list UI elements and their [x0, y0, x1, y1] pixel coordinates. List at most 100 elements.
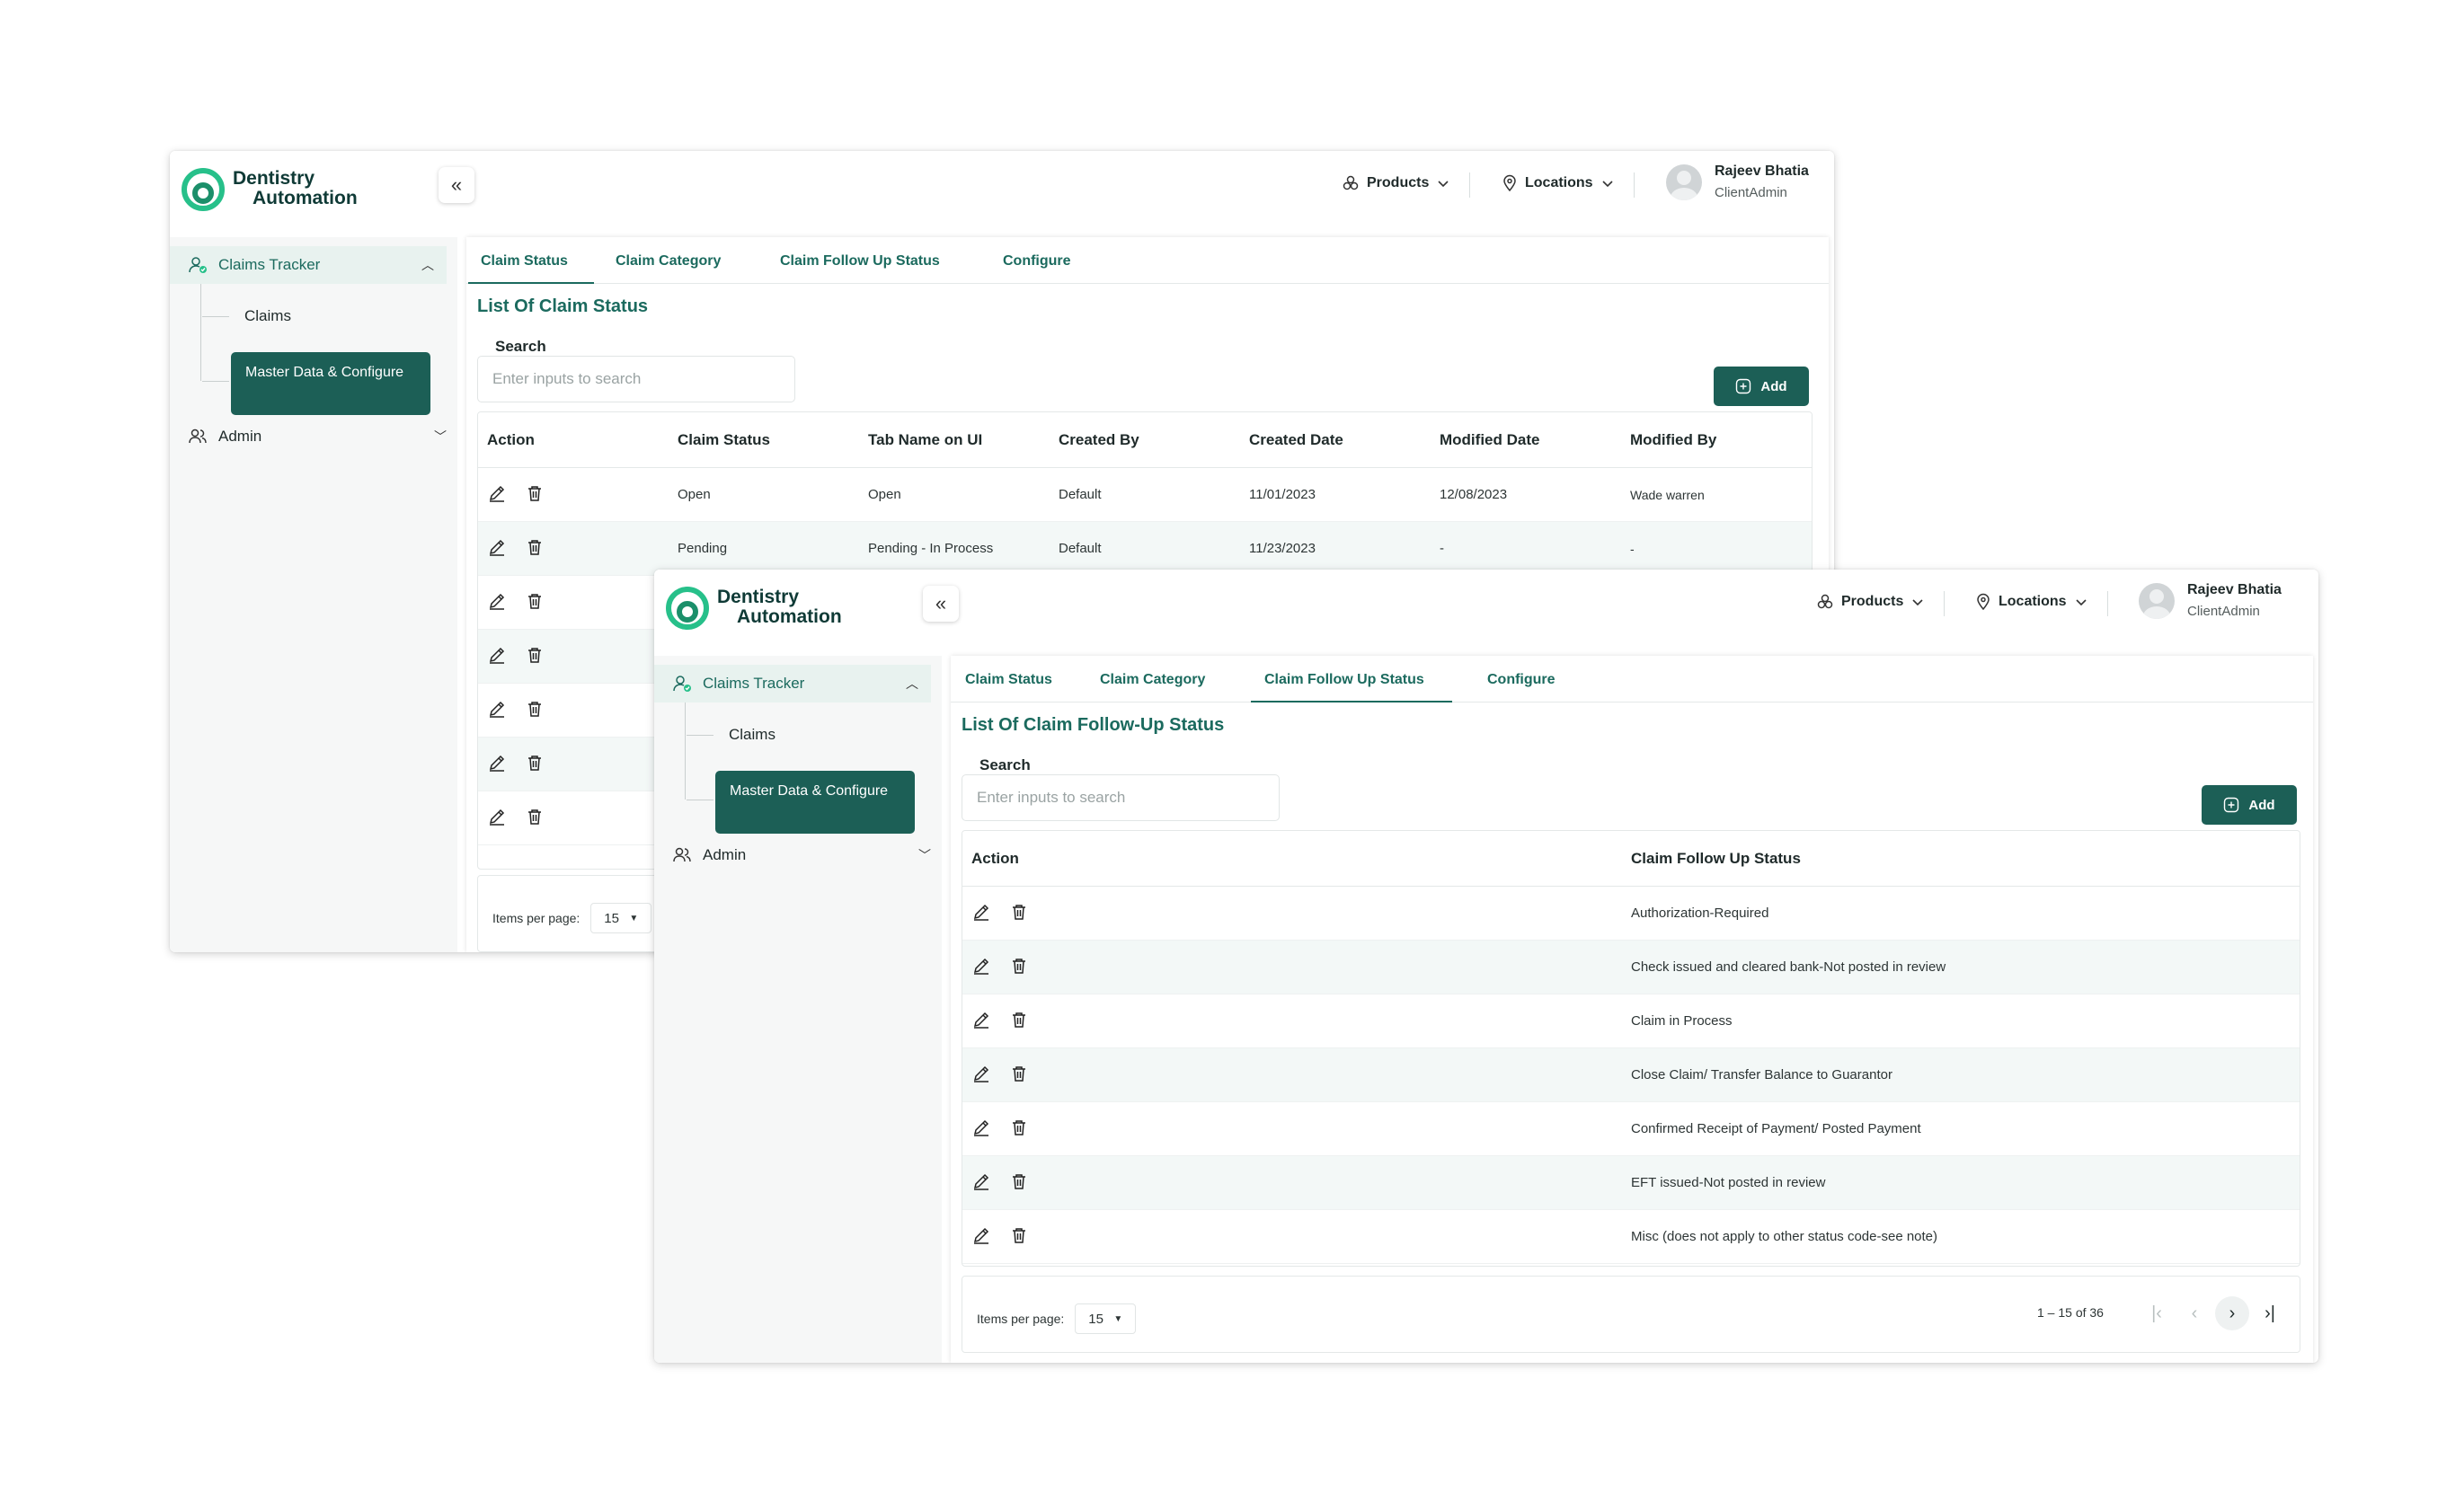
items-per-page-select[interactable]: 15 ▼ — [1075, 1303, 1137, 1334]
delete-icon[interactable] — [1009, 1118, 1029, 1141]
next-page-button[interactable]: › — [2215, 1296, 2249, 1330]
sidebar-item-claims-tracker[interactable]: Claims Tracker ︿ — [170, 246, 447, 284]
active-tab-indicator — [1251, 701, 1452, 702]
row-actions — [971, 1010, 1029, 1033]
delete-icon[interactable] — [1009, 1064, 1029, 1087]
first-page-button[interactable]: |‹ — [2140, 1296, 2174, 1330]
divider — [2106, 591, 2108, 616]
search-label: Search — [495, 338, 546, 355]
sidebar-item-label: Admin — [703, 846, 747, 863]
delete-icon[interactable] — [1009, 1171, 1029, 1195]
page-title: List Of Claim Status — [477, 296, 649, 316]
edit-icon[interactable] — [971, 956, 991, 979]
delete-icon[interactable] — [525, 537, 545, 561]
tab-bar: Claim Status Claim Category Claim Follow… — [951, 663, 2313, 702]
column-header[interactable]: Claim Follow Up Status — [1631, 850, 1801, 868]
double-chevron-left-icon: « — [935, 592, 947, 614]
table-row: Pending Pending - In Process Default 11/23/… — [478, 522, 1812, 576]
edit-icon[interactable] — [971, 902, 991, 925]
edit-icon[interactable] — [487, 807, 507, 830]
delete-icon[interactable] — [1009, 1225, 1029, 1249]
last-page-button[interactable]: ›| — [2253, 1296, 2287, 1330]
delete-icon[interactable] — [525, 645, 545, 668]
tab-claim-follow-up-status[interactable]: Claim Follow Up Status — [780, 253, 940, 270]
tab-claim-status[interactable]: Claim Status — [481, 253, 568, 270]
locations-dropdown[interactable]: Locations — [1975, 591, 2108, 616]
edit-icon[interactable] — [487, 537, 507, 561]
delete-icon[interactable] — [1009, 956, 1029, 979]
table-cell: Confirmed Receipt of Payment/ Posted Pay… — [1631, 1121, 1921, 1136]
logo-line2: Automation — [737, 606, 842, 627]
table-cell: Open — [678, 487, 711, 502]
tab-claim-status[interactable]: Claim Status — [965, 672, 1052, 688]
locations-dropdown[interactable]: Locations — [1502, 172, 1635, 198]
edit-icon[interactable] — [971, 1225, 991, 1249]
row-actions — [971, 902, 1029, 925]
user-menu[interactable]: Rajeev Bhatia ClientAdmin — [2139, 582, 2282, 619]
edit-icon[interactable] — [487, 753, 507, 776]
user-check-icon — [189, 257, 207, 273]
edit-icon[interactable] — [971, 1064, 991, 1087]
chevron-up-icon: ︿ — [421, 258, 434, 272]
divider — [1469, 172, 1471, 198]
edit-icon[interactable] — [487, 645, 507, 668]
sidebar-item-admin[interactable]: Admin ﹀ — [672, 844, 931, 866]
user-check-icon — [673, 676, 691, 692]
delete-icon[interactable] — [525, 591, 545, 614]
products-dropdown[interactable]: Products — [1816, 591, 1945, 616]
active-tab-indicator — [468, 282, 594, 284]
column-header[interactable]: Claim Status — [678, 431, 770, 449]
tab-configure[interactable]: Configure — [1487, 672, 1556, 688]
user-menu[interactable]: Rajeev Bhatia ClientAdmin — [1666, 163, 1809, 200]
delete-icon[interactable] — [1009, 902, 1029, 925]
sidebar-item-admin[interactable]: Admin ﹀ — [188, 426, 447, 447]
edit-icon[interactable] — [971, 1118, 991, 1141]
sidebar-item-claims-tracker[interactable]: Claims Tracker ︿ — [654, 665, 931, 702]
add-button[interactable]: Add — [2202, 785, 2297, 825]
add-label: Add — [2248, 797, 2275, 813]
search-input[interactable]: Enter inputs to search — [962, 774, 1280, 821]
delete-icon[interactable] — [525, 753, 545, 776]
edit-icon[interactable] — [487, 591, 507, 614]
sidebar-item-claims[interactable]: Claims — [244, 307, 291, 325]
tab-claim-follow-up-status[interactable]: Claim Follow Up Status — [1264, 672, 1424, 688]
products-dropdown[interactable]: Products — [1342, 172, 1471, 198]
tab-claim-category[interactable]: Claim Category — [616, 253, 721, 270]
logo-icon — [666, 587, 709, 630]
delete-icon[interactable] — [525, 483, 545, 507]
collapse-sidebar-button[interactable]: « — [923, 586, 959, 622]
tree-branch — [202, 381, 229, 382]
edit-icon[interactable] — [487, 699, 507, 722]
delete-icon[interactable] — [525, 807, 545, 830]
chevron-down-icon — [2075, 599, 2087, 606]
items-per-page-select[interactable]: 15 ▼ — [590, 903, 652, 933]
edit-icon[interactable] — [971, 1010, 991, 1033]
column-header: Action — [971, 849, 1019, 867]
delete-icon[interactable] — [1009, 1010, 1029, 1033]
page-range: 1 – 15 of 36 — [2037, 1305, 2104, 1320]
delete-icon[interactable] — [525, 699, 545, 722]
add-button[interactable]: Add — [1714, 367, 1809, 406]
table-header: Action Claim Follow Up Status — [962, 831, 2300, 887]
table-row: Authorization-Required — [962, 887, 2300, 941]
sidebar-item-master-data[interactable]: Master Data & Configure — [231, 352, 430, 415]
tab-configure[interactable]: Configure — [1003, 253, 1071, 270]
column-header[interactable]: Tab Name on UI — [868, 431, 982, 449]
app-logo[interactable]: Dentistry Automation — [181, 163, 358, 214]
caret-down-icon: ▼ — [1113, 1313, 1123, 1324]
sidebar: Claims Tracker ︿ Claims Master Data & Co… — [654, 656, 942, 1363]
column-header[interactable]: Modified By — [1630, 431, 1716, 449]
collapse-sidebar-button[interactable]: « — [439, 167, 474, 203]
app-logo[interactable]: Dentistry Automation — [665, 582, 842, 632]
sidebar-item-claims[interactable]: Claims — [729, 726, 776, 744]
tab-claim-category[interactable]: Claim Category — [1100, 672, 1205, 688]
column-header[interactable]: Created By — [1059, 431, 1139, 449]
column-header[interactable]: Modified Date — [1440, 431, 1539, 449]
sidebar-item-master-data[interactable]: Master Data & Configure — [715, 771, 915, 834]
table-row: Misc (does not apply to other status cod… — [962, 1210, 2300, 1264]
search-input[interactable]: Enter inputs to search — [477, 356, 795, 402]
previous-page-button[interactable]: ‹ — [2177, 1296, 2211, 1330]
edit-icon[interactable] — [971, 1171, 991, 1195]
column-header[interactable]: Created Date — [1249, 431, 1343, 449]
edit-icon[interactable] — [487, 483, 507, 507]
